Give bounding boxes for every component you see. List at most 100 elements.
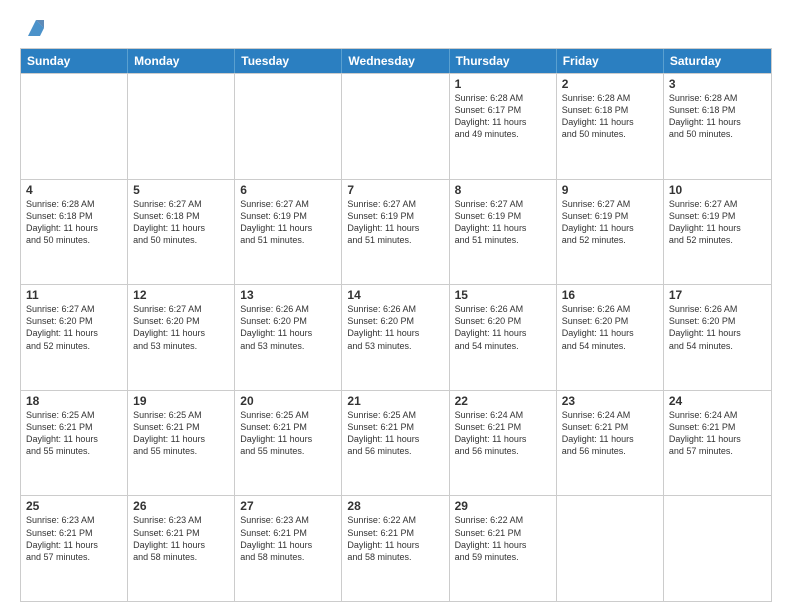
day-info: Sunrise: 6:27 AM Sunset: 6:18 PM Dayligh… [133, 198, 229, 247]
calendar-cell-0-4: 1Sunrise: 6:28 AM Sunset: 6:17 PM Daylig… [450, 74, 557, 179]
day-info: Sunrise: 6:28 AM Sunset: 6:18 PM Dayligh… [562, 92, 658, 141]
day-info: Sunrise: 6:25 AM Sunset: 6:21 PM Dayligh… [240, 409, 336, 458]
calendar-header: SundayMondayTuesdayWednesdayThursdayFrid… [21, 49, 771, 73]
day-number: 17 [669, 288, 766, 302]
day-info: Sunrise: 6:26 AM Sunset: 6:20 PM Dayligh… [562, 303, 658, 352]
day-info: Sunrise: 6:26 AM Sunset: 6:20 PM Dayligh… [669, 303, 766, 352]
calendar-cell-2-4: 15Sunrise: 6:26 AM Sunset: 6:20 PM Dayli… [450, 285, 557, 390]
day-number: 19 [133, 394, 229, 408]
calendar-cell-3-4: 22Sunrise: 6:24 AM Sunset: 6:21 PM Dayli… [450, 391, 557, 496]
day-info: Sunrise: 6:27 AM Sunset: 6:19 PM Dayligh… [455, 198, 551, 247]
calendar-cell-4-3: 28Sunrise: 6:22 AM Sunset: 6:21 PM Dayli… [342, 496, 449, 601]
calendar-cell-2-0: 11Sunrise: 6:27 AM Sunset: 6:20 PM Dayli… [21, 285, 128, 390]
day-info: Sunrise: 6:27 AM Sunset: 6:20 PM Dayligh… [26, 303, 122, 352]
day-info: Sunrise: 6:28 AM Sunset: 6:18 PM Dayligh… [669, 92, 766, 141]
day-number: 3 [669, 77, 766, 91]
calendar-cell-3-5: 23Sunrise: 6:24 AM Sunset: 6:21 PM Dayli… [557, 391, 664, 496]
calendar-cell-4-4: 29Sunrise: 6:22 AM Sunset: 6:21 PM Dayli… [450, 496, 557, 601]
day-info: Sunrise: 6:27 AM Sunset: 6:19 PM Dayligh… [240, 198, 336, 247]
calendar-cell-0-5: 2Sunrise: 6:28 AM Sunset: 6:18 PM Daylig… [557, 74, 664, 179]
header-cell-thursday: Thursday [450, 49, 557, 73]
calendar-cell-1-2: 6Sunrise: 6:27 AM Sunset: 6:19 PM Daylig… [235, 180, 342, 285]
day-number: 4 [26, 183, 122, 197]
day-number: 23 [562, 394, 658, 408]
calendar-body: 1Sunrise: 6:28 AM Sunset: 6:17 PM Daylig… [21, 73, 771, 601]
calendar-cell-0-6: 3Sunrise: 6:28 AM Sunset: 6:18 PM Daylig… [664, 74, 771, 179]
day-info: Sunrise: 6:23 AM Sunset: 6:21 PM Dayligh… [26, 514, 122, 563]
calendar-row-3: 18Sunrise: 6:25 AM Sunset: 6:21 PM Dayli… [21, 390, 771, 496]
calendar-cell-1-5: 9Sunrise: 6:27 AM Sunset: 6:19 PM Daylig… [557, 180, 664, 285]
day-info: Sunrise: 6:26 AM Sunset: 6:20 PM Dayligh… [455, 303, 551, 352]
logo [20, 16, 48, 40]
day-number: 10 [669, 183, 766, 197]
calendar-cell-3-2: 20Sunrise: 6:25 AM Sunset: 6:21 PM Dayli… [235, 391, 342, 496]
calendar-row-2: 11Sunrise: 6:27 AM Sunset: 6:20 PM Dayli… [21, 284, 771, 390]
calendar-cell-2-2: 13Sunrise: 6:26 AM Sunset: 6:20 PM Dayli… [235, 285, 342, 390]
calendar-cell-3-3: 21Sunrise: 6:25 AM Sunset: 6:21 PM Dayli… [342, 391, 449, 496]
header-cell-monday: Monday [128, 49, 235, 73]
calendar-cell-3-6: 24Sunrise: 6:24 AM Sunset: 6:21 PM Dayli… [664, 391, 771, 496]
day-number: 8 [455, 183, 551, 197]
header-cell-saturday: Saturday [664, 49, 771, 73]
calendar-cell-0-0 [21, 74, 128, 179]
day-number: 14 [347, 288, 443, 302]
day-number: 25 [26, 499, 122, 513]
day-number: 29 [455, 499, 551, 513]
calendar-cell-1-3: 7Sunrise: 6:27 AM Sunset: 6:19 PM Daylig… [342, 180, 449, 285]
day-number: 15 [455, 288, 551, 302]
day-info: Sunrise: 6:23 AM Sunset: 6:21 PM Dayligh… [240, 514, 336, 563]
day-number: 6 [240, 183, 336, 197]
day-info: Sunrise: 6:28 AM Sunset: 6:18 PM Dayligh… [26, 198, 122, 247]
day-info: Sunrise: 6:28 AM Sunset: 6:17 PM Dayligh… [455, 92, 551, 141]
logo-icon [24, 16, 48, 40]
calendar-cell-3-0: 18Sunrise: 6:25 AM Sunset: 6:21 PM Dayli… [21, 391, 128, 496]
day-info: Sunrise: 6:25 AM Sunset: 6:21 PM Dayligh… [26, 409, 122, 458]
day-number: 9 [562, 183, 658, 197]
day-number: 28 [347, 499, 443, 513]
day-number: 24 [669, 394, 766, 408]
day-number: 18 [26, 394, 122, 408]
day-info: Sunrise: 6:26 AM Sunset: 6:20 PM Dayligh… [347, 303, 443, 352]
day-info: Sunrise: 6:25 AM Sunset: 6:21 PM Dayligh… [133, 409, 229, 458]
calendar-cell-2-1: 12Sunrise: 6:27 AM Sunset: 6:20 PM Dayli… [128, 285, 235, 390]
day-number: 20 [240, 394, 336, 408]
header-cell-sunday: Sunday [21, 49, 128, 73]
day-info: Sunrise: 6:22 AM Sunset: 6:21 PM Dayligh… [455, 514, 551, 563]
day-number: 13 [240, 288, 336, 302]
day-info: Sunrise: 6:24 AM Sunset: 6:21 PM Dayligh… [669, 409, 766, 458]
day-info: Sunrise: 6:24 AM Sunset: 6:21 PM Dayligh… [455, 409, 551, 458]
calendar-cell-0-1 [128, 74, 235, 179]
calendar-cell-3-1: 19Sunrise: 6:25 AM Sunset: 6:21 PM Dayli… [128, 391, 235, 496]
calendar-cell-1-6: 10Sunrise: 6:27 AM Sunset: 6:19 PM Dayli… [664, 180, 771, 285]
header [20, 16, 772, 40]
calendar-cell-2-3: 14Sunrise: 6:26 AM Sunset: 6:20 PM Dayli… [342, 285, 449, 390]
calendar-cell-4-5 [557, 496, 664, 601]
day-number: 27 [240, 499, 336, 513]
calendar-cell-2-5: 16Sunrise: 6:26 AM Sunset: 6:20 PM Dayli… [557, 285, 664, 390]
calendar-cell-2-6: 17Sunrise: 6:26 AM Sunset: 6:20 PM Dayli… [664, 285, 771, 390]
calendar-cell-1-4: 8Sunrise: 6:27 AM Sunset: 6:19 PM Daylig… [450, 180, 557, 285]
calendar-row-4: 25Sunrise: 6:23 AM Sunset: 6:21 PM Dayli… [21, 495, 771, 601]
day-info: Sunrise: 6:27 AM Sunset: 6:19 PM Dayligh… [562, 198, 658, 247]
day-number: 11 [26, 288, 122, 302]
header-cell-wednesday: Wednesday [342, 49, 449, 73]
calendar-cell-1-1: 5Sunrise: 6:27 AM Sunset: 6:18 PM Daylig… [128, 180, 235, 285]
day-number: 2 [562, 77, 658, 91]
calendar-cell-0-2 [235, 74, 342, 179]
calendar-cell-4-2: 27Sunrise: 6:23 AM Sunset: 6:21 PM Dayli… [235, 496, 342, 601]
day-number: 7 [347, 183, 443, 197]
day-info: Sunrise: 6:22 AM Sunset: 6:21 PM Dayligh… [347, 514, 443, 563]
day-info: Sunrise: 6:24 AM Sunset: 6:21 PM Dayligh… [562, 409, 658, 458]
day-number: 1 [455, 77, 551, 91]
day-number: 12 [133, 288, 229, 302]
calendar-cell-4-0: 25Sunrise: 6:23 AM Sunset: 6:21 PM Dayli… [21, 496, 128, 601]
day-info: Sunrise: 6:27 AM Sunset: 6:20 PM Dayligh… [133, 303, 229, 352]
header-cell-tuesday: Tuesday [235, 49, 342, 73]
day-info: Sunrise: 6:25 AM Sunset: 6:21 PM Dayligh… [347, 409, 443, 458]
calendar: SundayMondayTuesdayWednesdayThursdayFrid… [20, 48, 772, 602]
calendar-cell-0-3 [342, 74, 449, 179]
day-info: Sunrise: 6:23 AM Sunset: 6:21 PM Dayligh… [133, 514, 229, 563]
calendar-row-0: 1Sunrise: 6:28 AM Sunset: 6:17 PM Daylig… [21, 73, 771, 179]
calendar-cell-4-1: 26Sunrise: 6:23 AM Sunset: 6:21 PM Dayli… [128, 496, 235, 601]
header-cell-friday: Friday [557, 49, 664, 73]
